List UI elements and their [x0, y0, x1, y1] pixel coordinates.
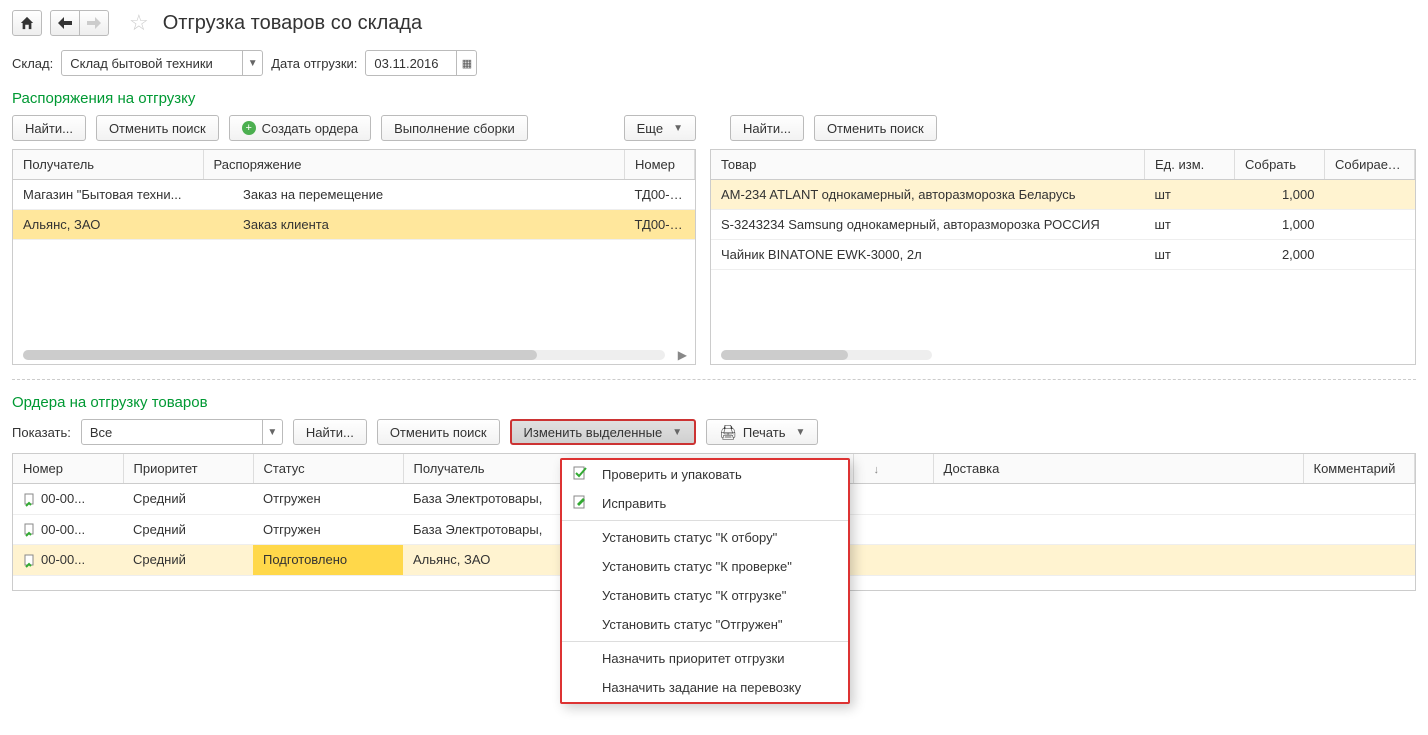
home-icon: [20, 16, 34, 30]
show-label: Показать:: [12, 425, 71, 440]
section-orders-title: Ордера на отгрузку товаров: [0, 390, 1428, 419]
warehouse-select[interactable]: Склад бытовой техники ▼: [61, 50, 263, 76]
date-value: 03.11.2016: [366, 56, 456, 71]
create-orders-button[interactable]: +Создать ордера: [229, 115, 371, 141]
print-button[interactable]: 🖨 Печать ▼: [706, 419, 818, 445]
home-button[interactable]: [12, 10, 42, 36]
warehouse-label: Склад:: [12, 56, 53, 71]
show-filter-value: Все: [82, 425, 262, 440]
col-date-sort[interactable]: ↓: [853, 454, 933, 484]
document-icon: [23, 493, 37, 507]
col-delivery[interactable]: Доставка: [933, 454, 1303, 484]
edit-icon: [572, 494, 588, 513]
menu-item[interactable]: Исправить: [562, 489, 848, 518]
chevron-down-icon: ▼: [672, 427, 682, 438]
plus-icon: +: [242, 121, 256, 135]
cancel-search-button-right: Отменить поиск: [814, 115, 937, 141]
cancel-search-button: Отменить поиск: [96, 115, 219, 141]
printer-icon: 🖨: [719, 424, 737, 441]
chevron-down-icon[interactable]: ▼: [242, 51, 262, 75]
arrow-right-icon: [87, 17, 101, 29]
table-row[interactable]: AM-234 ATLANT однокамерный, авторазмороз…: [711, 180, 1415, 210]
table-row[interactable]: Чайник BINATONE EWK-3000, 2лшт2,000: [711, 240, 1415, 270]
col-collect[interactable]: Собрать: [1235, 150, 1325, 180]
section-dispatch-title: Распоряжения на отгрузку: [0, 86, 1428, 115]
favorite-star-icon[interactable]: ☆: [129, 10, 149, 36]
show-filter-select[interactable]: Все ▼: [81, 419, 283, 445]
table-row[interactable]: Магазин "Бытовая техни...Заказ на переме…: [13, 180, 695, 210]
orders-cancel-search-button: Отменить поиск: [377, 419, 500, 445]
table-row[interactable]: Альянс, ЗАОЗаказ клиентаТД00-000: [13, 210, 695, 240]
menu-item[interactable]: Назначить задание на перевозку: [562, 673, 848, 702]
col-order[interactable]: Распоряжение: [203, 150, 625, 180]
col-priority[interactable]: Приоритет: [123, 454, 253, 484]
col-number[interactable]: Номер: [625, 150, 695, 180]
menu-item[interactable]: Установить статус "Отгружен": [562, 610, 848, 639]
menu-item[interactable]: Назначить приоритет отгрузки: [562, 644, 848, 673]
find-button-right[interactable]: Найти...: [730, 115, 804, 141]
check-icon: [572, 465, 588, 484]
arrow-left-icon: [58, 17, 72, 29]
document-icon: [23, 523, 37, 537]
change-selected-menu: Проверить и упаковатьИсправить Установит…: [560, 458, 850, 704]
scroll-right-icon[interactable]: ▶: [678, 348, 687, 362]
col-comment[interactable]: Комментарий: [1303, 454, 1415, 484]
menu-item[interactable]: Установить статус "К отгрузке": [562, 581, 848, 610]
date-label: Дата отгрузки:: [271, 56, 357, 71]
orders-find-button[interactable]: Найти...: [293, 419, 367, 445]
menu-separator: [562, 520, 848, 521]
forward-button[interactable]: [79, 10, 109, 36]
col-unit[interactable]: Ед. изм.: [1145, 150, 1235, 180]
back-button[interactable]: [50, 10, 80, 36]
date-input[interactable]: 03.11.2016 ▦: [365, 50, 477, 76]
scrollbar-h[interactable]: [721, 350, 932, 360]
chevron-down-icon: ▼: [673, 123, 683, 134]
col-collecting[interactable]: Собирается: [1325, 150, 1415, 180]
col-status[interactable]: Статус: [253, 454, 403, 484]
menu-item[interactable]: Установить статус "К отбору": [562, 523, 848, 552]
more-button[interactable]: Еще▼: [624, 115, 696, 141]
page-title: Отгрузка товаров со склада: [163, 12, 422, 35]
calendar-icon[interactable]: ▦: [456, 51, 476, 75]
dispatch-orders-table[interactable]: Получатель Распоряжение Номер Магазин "Б…: [12, 149, 696, 365]
col-recipient[interactable]: Получатель: [13, 150, 203, 180]
warehouse-value: Склад бытовой техники: [62, 56, 242, 71]
sort-down-icon: ↓: [864, 464, 890, 476]
table-row[interactable]: S-3243234 Samsung однокамерный, авторазм…: [711, 210, 1415, 240]
assembly-button[interactable]: Выполнение сборки: [381, 115, 528, 141]
col-number[interactable]: Номер: [13, 454, 123, 484]
scrollbar-h[interactable]: [23, 350, 665, 360]
change-selected-button[interactable]: Изменить выделенные ▼: [510, 419, 697, 445]
col-product[interactable]: Товар: [711, 150, 1145, 180]
divider: [12, 379, 1416, 380]
find-button[interactable]: Найти...: [12, 115, 86, 141]
menu-item[interactable]: Проверить и упаковать: [562, 460, 848, 489]
menu-separator: [562, 641, 848, 642]
menu-item[interactable]: Установить статус "К проверке": [562, 552, 848, 581]
products-table[interactable]: Товар Ед. изм. Собрать Собирается AM-234…: [710, 149, 1416, 365]
chevron-down-icon[interactable]: ▼: [262, 420, 282, 444]
document-icon: [23, 554, 37, 568]
chevron-down-icon: ▼: [795, 427, 805, 438]
